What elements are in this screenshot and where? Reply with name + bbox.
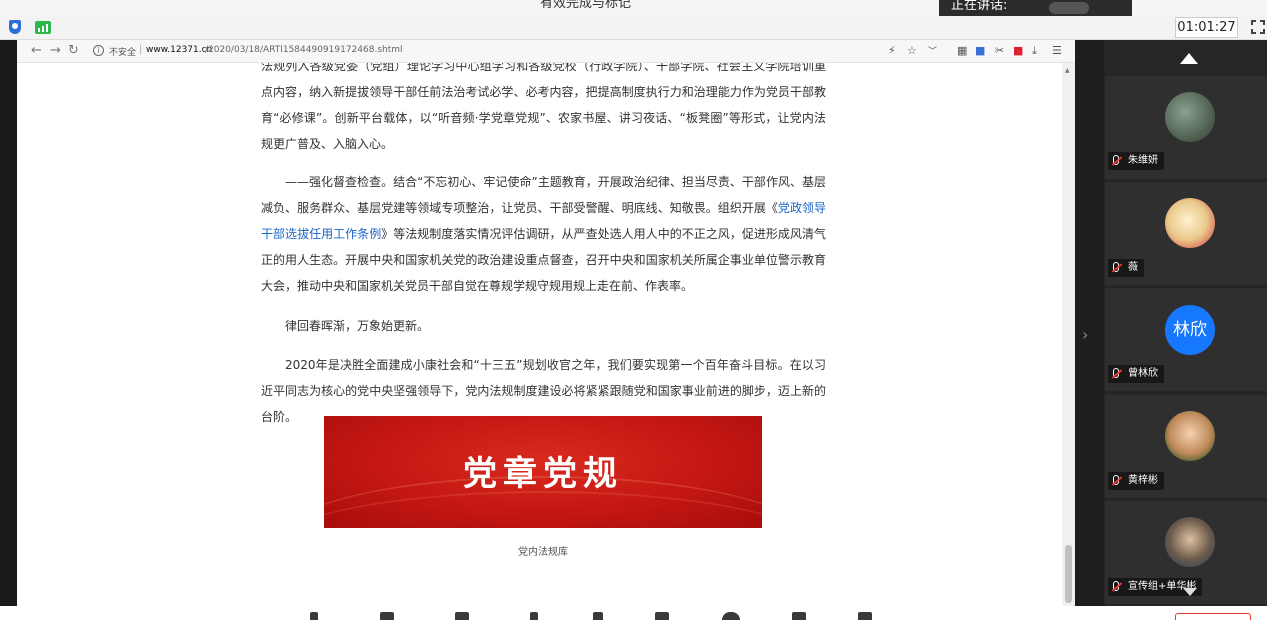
page-scrollbar[interactable]: ▲ (1062, 63, 1075, 606)
menu-icon[interactable]: ☰ (1052, 44, 1062, 57)
download-icon[interactable]: ⤓ (1032, 44, 1037, 58)
scroll-thumb[interactable] (1065, 545, 1072, 603)
panel-divider (1075, 40, 1104, 606)
network-signal-icon[interactable] (35, 21, 51, 34)
avatar (1165, 411, 1215, 461)
end-meeting-button[interactable] (1175, 613, 1251, 620)
star-icon[interactable]: ☆ (907, 44, 917, 57)
shared-browser-window: ← → ↻ i 不安全 | www.12371.cn /2020/03/18/A… (17, 40, 1075, 606)
participant-tile[interactable]: 朱维妍 (1105, 76, 1267, 179)
fullscreen-icon[interactable] (1251, 20, 1265, 34)
security-shield-icon[interactable] (9, 20, 21, 34)
participant-name: 黄梓彬 (1108, 472, 1164, 490)
participant-name: 曾林欣 (1108, 365, 1164, 383)
avatar (1165, 198, 1215, 248)
avatar (1165, 92, 1215, 142)
avatar (1165, 517, 1215, 567)
screen: 有效完成与标记 正在讲话: 01:01:27 ← → ↻ i 不安全 | www… (0, 0, 1267, 620)
avatar: 林欣 (1165, 305, 1215, 355)
info-icon[interactable]: i (93, 45, 104, 56)
microphone-icon[interactable] (310, 612, 318, 620)
participant-name: 薇 (1108, 259, 1144, 277)
browser-toolbar: ← → ↻ i 不安全 | www.12371.cn /2020/03/18/A… (17, 40, 1075, 63)
left-dark-strip (0, 40, 17, 606)
invite-icon[interactable] (593, 612, 603, 620)
participant-name-text: 薇 (1128, 262, 1138, 273)
share-screen-icon[interactable] (455, 612, 469, 620)
party-rules-banner: 党章党规 (324, 416, 762, 528)
scroll-up-arrow-icon[interactable]: ▲ (1065, 67, 1070, 74)
meeting-title: 有效完成与标记 (540, 0, 632, 11)
meeting-status-bar: 01:01:27 (0, 16, 1267, 40)
extension-blue-icon[interactable]: ■ (975, 44, 985, 57)
participant-name: 朱维妍 (1108, 152, 1164, 170)
lightning-icon[interactable]: ⚡ (888, 44, 896, 57)
chevron-down-icon[interactable]: ﹀ (928, 44, 937, 57)
banner-title: 党章党规 (463, 454, 623, 494)
meeting-toolbar (0, 606, 1267, 620)
participant-name-text: 曾林欣 (1128, 368, 1158, 379)
participant-name-text: 朱维妍 (1128, 155, 1158, 166)
chat-icon[interactable] (655, 612, 669, 620)
participant-tile[interactable]: 薇 (1105, 182, 1267, 285)
meeting-timer: 01:01:27 (1175, 17, 1238, 38)
forward-arrow-icon[interactable]: → (50, 43, 61, 58)
article-paragraph-3: 律回春晖渐，万象始更新。 (285, 319, 430, 333)
panel-collapse-arrow-icon[interactable]: › (1082, 325, 1088, 344)
article-page: 法规列入各级党委（党组）理论学习中心组学习和各级党校（行政学院）、干部学院、社会… (17, 63, 1062, 606)
participants-icon[interactable] (530, 612, 538, 620)
address-bar[interactable]: i 不安全 | www.12371.cn /2020/03/18/ARTI158… (87, 42, 943, 61)
extension-red-icon[interactable]: ■ (1013, 44, 1023, 57)
speaking-label: 正在讲话: (951, 0, 1008, 13)
more-apps-icon[interactable] (858, 612, 872, 620)
record-icon[interactable] (722, 612, 740, 620)
speaker-name-blurred (1049, 2, 1089, 14)
url-host: www.12371.cn (146, 45, 213, 55)
document-icon[interactable] (792, 612, 806, 620)
insecure-label: 不安全 (109, 48, 137, 58)
paragraph-2-text-a: ——强化督查检查。结合“不忘初心、牢记使命”主题教育，开展政治纪律、担当尽责、干… (261, 175, 826, 215)
scissors-icon[interactable]: ✂ (995, 44, 1004, 57)
participant-name-text: 黄梓彬 (1128, 475, 1158, 486)
participant-tile[interactable]: 林欣 曾林欣 (1105, 288, 1267, 391)
url-separator: | (139, 44, 143, 55)
banner-caption: 党内法规库 (518, 547, 568, 558)
camera-icon[interactable] (380, 612, 394, 620)
reload-icon[interactable]: ↻ (68, 43, 79, 58)
url-path: /2020/03/18/ARTI1584490919172468.shtml (205, 45, 403, 55)
scroll-down-triangle-icon[interactable] (1183, 588, 1197, 596)
meeting-top-bar: 有效完成与标记 正在讲话: (0, 0, 1267, 20)
article-paragraph-1: 法规列入各级党委（党组）理论学习中心组学习和各级党校（行政学院）、干部学院、社会… (261, 63, 826, 151)
back-arrow-icon[interactable]: ← (31, 43, 42, 58)
grid-icon[interactable]: ▦ (957, 44, 967, 57)
article-paragraph-2: ——强化督查检查。结合“不忘初心、牢记使命”主题教育，开展政治纪律、担当尽责、干… (261, 169, 826, 299)
scroll-up-triangle-icon[interactable] (1180, 53, 1198, 64)
participant-tile[interactable]: 黄梓彬 (1105, 395, 1267, 498)
